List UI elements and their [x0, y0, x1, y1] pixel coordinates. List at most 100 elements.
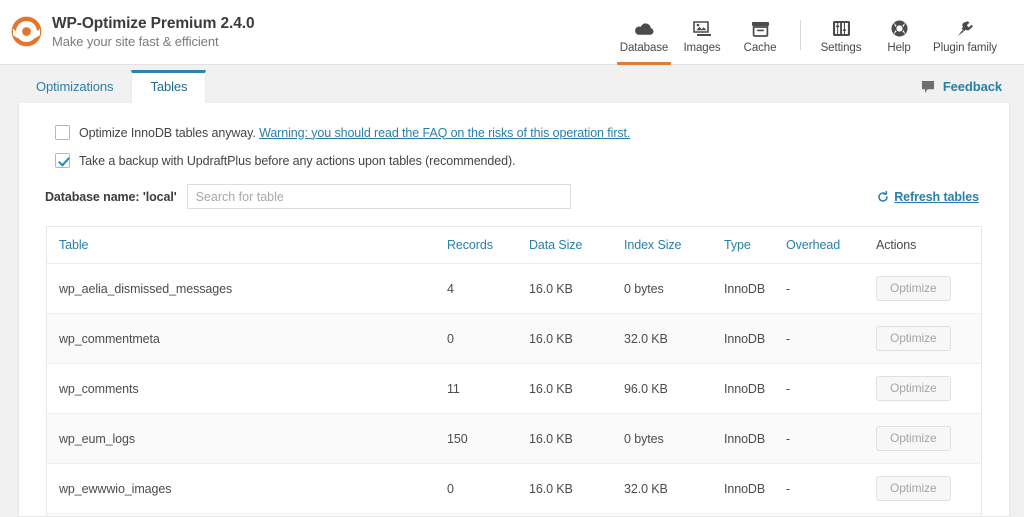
tab-bar: Optimizations Tables Feedback [0, 65, 1024, 103]
table-header-row: Table Records Data Size Index Size Type … [47, 227, 981, 264]
tab-optimizations[interactable]: Optimizations [18, 71, 131, 103]
table-cell-name: wp_commentmeta [47, 313, 447, 364]
table-cell-records: 150 [447, 413, 529, 464]
column-header-actions: Actions [876, 227, 981, 264]
refresh-circular-arrow-icon [877, 190, 889, 203]
table-cell-actions: Optimize [876, 513, 981, 516]
table-cell-index-size: 96.0 KB [624, 363, 724, 414]
feedback-button[interactable]: Feedback [921, 79, 1002, 103]
table-cell-index-size: 32.0 KB [624, 313, 724, 364]
table-row: wp_eum_logs 150 16.0 KB 0 bytes InnoDB - Optim… [47, 413, 981, 464]
refresh-tables-label: Refresh tables [894, 189, 979, 204]
table-cell-actions: Optimize [876, 263, 981, 314]
table-cell-overhead: - [786, 363, 876, 414]
app-header: WP-Optimize Premium 2.4.0 Make your site… [0, 0, 1024, 65]
table-cell-type: InnoDB [724, 263, 786, 314]
column-header-table[interactable]: Table [47, 227, 447, 264]
table-row: wp_aelia_dismissed_messages 4 16.0 KB 0 byt… [47, 263, 981, 314]
tables-list-wrapper: Table Records Data Size Index Size Type … [46, 226, 982, 516]
table-cell-data-size: 16.0 KB [529, 463, 624, 514]
tables-list: Table Records Data Size Index Size Type … [47, 227, 981, 516]
table-cell-records: 4 [447, 263, 529, 314]
nav-item-help[interactable]: Help [870, 18, 928, 58]
optimize-button[interactable]: Optimize [876, 426, 951, 451]
column-header-overhead[interactable]: Overhead [786, 227, 876, 264]
backup-checkbox[interactable] [55, 153, 70, 168]
table-cell-type: InnoDB [724, 463, 786, 514]
table-cell-actions: Optimize [876, 363, 981, 414]
optimize-button[interactable]: Optimize [876, 476, 951, 501]
innodb-warning-link[interactable]: Warning: you should read the FAQ on the … [259, 126, 630, 140]
tab-tables[interactable]: Tables [131, 70, 207, 103]
table-cell-actions: Optimize [876, 463, 981, 514]
table-cell-index-size: 0 bytes [624, 413, 724, 464]
table-cell-overhead: - [786, 263, 876, 314]
table-cell-records: 0 [447, 463, 529, 514]
column-header-index-size[interactable]: Index Size [624, 227, 724, 264]
optimize-button[interactable]: Optimize [876, 276, 951, 301]
nav-item-cache[interactable]: Cache [731, 18, 789, 58]
table-cell-data-size: 16.0 KB [529, 263, 624, 314]
app-title: WP-Optimize Premium 2.4.0 [52, 15, 255, 33]
refresh-tables-button[interactable]: Refresh tables [877, 190, 991, 204]
tables-header: Table Records Data Size Index Size Type … [47, 227, 981, 264]
nav-item-images[interactable]: Images [673, 18, 731, 58]
table-cell-data-size: 16.0 KB [529, 513, 624, 516]
feedback-label: Feedback [942, 79, 1002, 94]
archive-box-icon [751, 18, 770, 37]
table-row: wp_links016.0 KB16.0 KBInnoDB-Optimize [47, 513, 981, 516]
nav-label: Images [683, 41, 721, 54]
plug-icon [956, 18, 974, 37]
optimize-button[interactable]: Optimize [876, 326, 951, 351]
tabs: Optimizations Tables [18, 70, 207, 103]
nav-label: Settings [820, 41, 862, 54]
main-nav: Database Images Cache Settings Help Plug… [615, 0, 1002, 65]
search-left: Database name: 'local' [45, 184, 571, 209]
table-cell-index-size: 16.0 KB [624, 513, 724, 516]
nav-label: Plugin family [933, 41, 997, 54]
table-cell-type: InnoDB [724, 363, 786, 414]
tables-panel: Optimize InnoDB tables anyway. Warning: … [18, 103, 1010, 517]
image-icon [692, 18, 712, 37]
table-cell-name: wp_ewwwio_images [47, 463, 447, 514]
sliders-icon [832, 18, 850, 37]
innodb-checkbox[interactable] [55, 125, 70, 140]
nav-item-database[interactable]: Database [615, 18, 673, 65]
table-cell-records: 0 [447, 513, 529, 516]
nav-item-settings[interactable]: Settings [812, 18, 870, 58]
column-header-data-size[interactable]: Data Size [529, 227, 624, 264]
table-cell-type: InnoDB [724, 513, 786, 516]
table-cell-index-size: 32.0 KB [624, 463, 724, 514]
table-cell-name: wp_links [47, 513, 447, 516]
table-cell-overhead: - [786, 513, 876, 516]
nav-label: Cache [743, 41, 777, 54]
column-header-type[interactable]: Type [724, 227, 786, 264]
table-cell-actions: Optimize [876, 413, 981, 464]
nav-item-plugin-family[interactable]: Plugin family [928, 18, 1002, 58]
search-input[interactable] [186, 184, 571, 209]
innodb-option-row: Optimize InnoDB tables anyway. Warning: … [37, 125, 991, 140]
backup-option-label: Take a backup with UpdraftPlus before an… [79, 153, 516, 168]
table-cell-overhead: - [786, 413, 876, 464]
table-cell-name: wp_eum_logs [47, 413, 447, 464]
table-cell-records: 11 [447, 363, 529, 414]
cloud-icon [634, 18, 655, 37]
column-header-records[interactable]: Records [447, 227, 529, 264]
innodb-option-label: Optimize InnoDB tables anyway. [79, 125, 256, 140]
table-cell-name: wp_comments [47, 363, 447, 414]
table-cell-data-size: 16.0 KB [529, 363, 624, 414]
tables-body: wp_aelia_dismissed_messages 4 16.0 KB 0 byt… [47, 263, 981, 516]
table-cell-actions: Optimize [876, 313, 981, 364]
table-cell-records: 0 [447, 313, 529, 364]
optimize-button[interactable]: Optimize [876, 376, 951, 401]
nav-label: Help [887, 41, 911, 54]
nav-label: Database [619, 41, 669, 54]
table-row: wp_commentmeta 0 16.0 KB 32.0 KB InnoDB - Opti… [47, 313, 981, 364]
table-row: wp_ewwwio_images 0 16.0 KB 32.0 KB InnoDB - Op… [47, 463, 981, 514]
table-cell-data-size: 16.0 KB [529, 313, 624, 364]
backup-option-row: Take a backup with UpdraftPlus before an… [37, 153, 991, 168]
table-cell-index-size: 0 bytes [624, 263, 724, 314]
table-cell-overhead: - [786, 313, 876, 364]
table-cell-type: InnoDB [724, 413, 786, 464]
app-tagline: Make your site fast & efficient [52, 34, 219, 50]
